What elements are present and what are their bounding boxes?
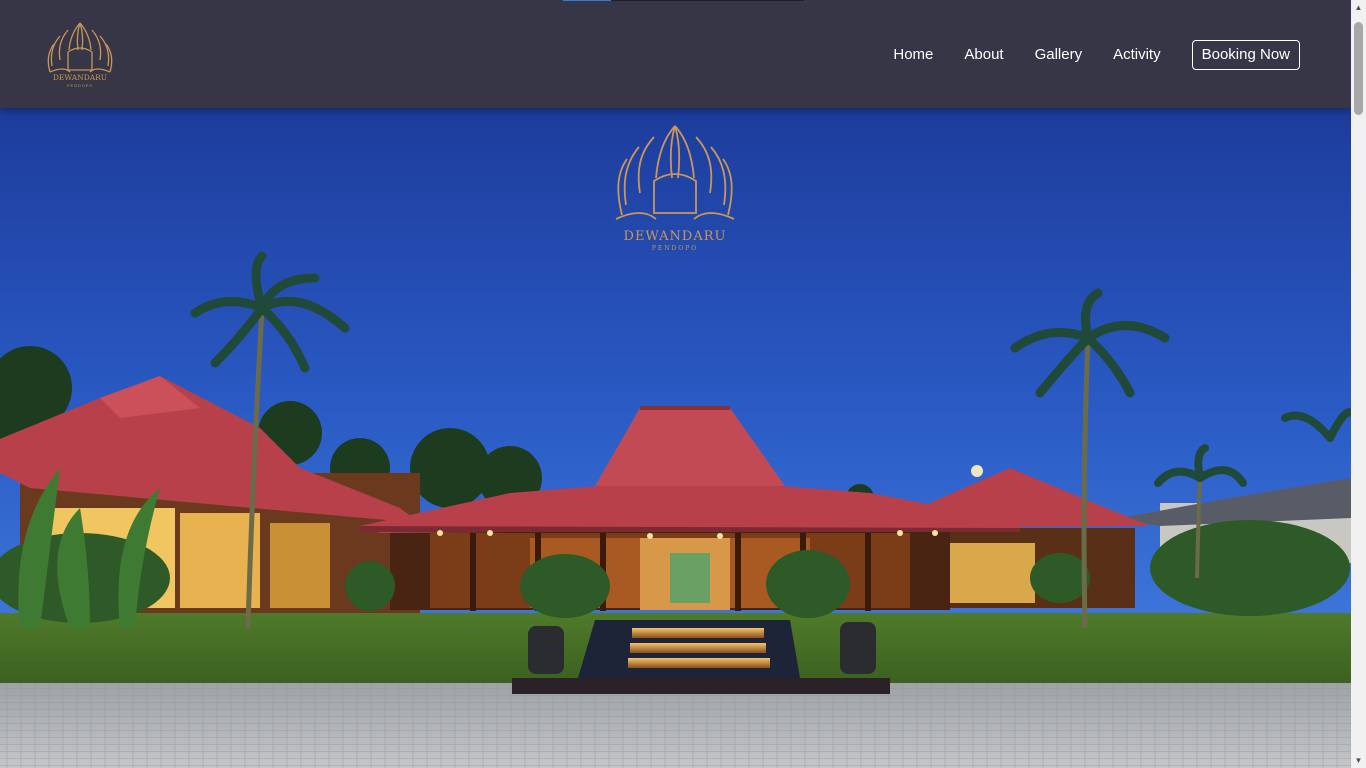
brand-logo[interactable]: DEWANDARU PENDOPO [44, 20, 116, 90]
brand-logo-sub: PENDOPO [67, 84, 93, 88]
hero-pendopo-image: DEWANDARU PENDOPO [0, 108, 1351, 768]
nav-activity-link[interactable]: Activity [1113, 41, 1161, 69]
brand-logo-name: DEWANDARU [53, 73, 107, 82]
nav-gallery-link[interactable]: Gallery [1035, 41, 1083, 69]
main-nav: Home About Gallery Activity Booking Now [862, 40, 1300, 70]
top-navigation-bar: DEWANDARU PENDOPO Home About Gallery Act… [0, 0, 1351, 108]
page-progress-track [563, 0, 804, 1]
moon [971, 465, 983, 477]
scroll-up-arrow-icon[interactable]: ▲ [1351, 0, 1366, 15]
vertical-scrollbar[interactable]: ▲ ▼ [1351, 0, 1366, 768]
hero-logo-name: DEWANDARU [624, 229, 727, 244]
nav-home-link[interactable]: Home [893, 41, 933, 69]
hero-logo-sub: PENDOPO [652, 245, 698, 252]
nav-about-link[interactable]: About [964, 41, 1003, 69]
booking-now-button[interactable]: Booking Now [1191, 40, 1300, 70]
hero-banner: DEWANDARU PENDOPO [0, 108, 1351, 768]
crown-emblem-icon: DEWANDARU PENDOPO [47, 22, 113, 88]
page-progress-fill [563, 0, 612, 1]
scroll-down-arrow-icon[interactable]: ▼ [1351, 753, 1366, 768]
scroll-thumb[interactable] [1354, 22, 1363, 115]
